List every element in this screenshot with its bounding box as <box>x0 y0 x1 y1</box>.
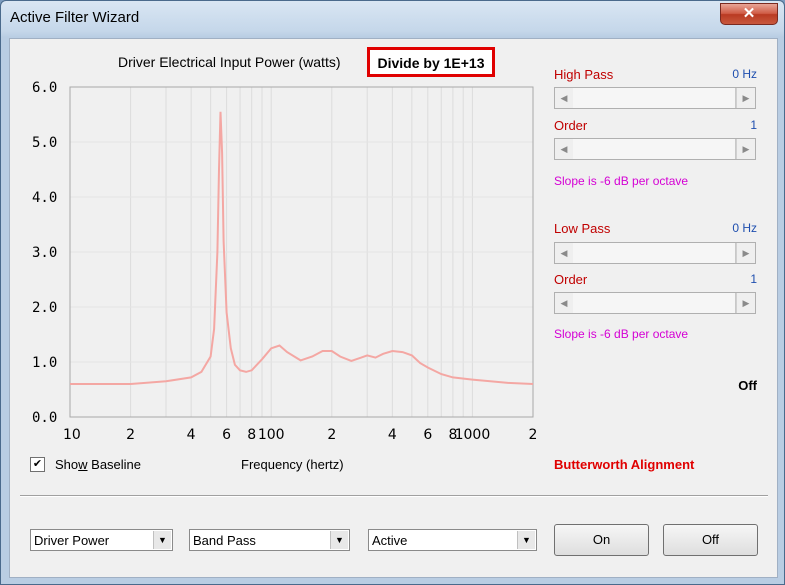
on-button[interactable]: On <box>554 524 649 556</box>
filter-type-value: Band Pass <box>193 533 256 548</box>
show-baseline-label: Show Baseline <box>55 457 141 472</box>
y-tick-label: 2.0 <box>32 300 57 316</box>
low-pass-value: 0 Hz <box>732 221 757 235</box>
high-pass-order-label: Order <box>554 118 588 133</box>
filter-type-select[interactable]: Band Pass ▼ <box>189 529 350 551</box>
chevron-down-icon[interactable]: ▼ <box>330 531 348 549</box>
close-icon: ✕ <box>742 5 756 22</box>
off-button[interactable]: Off <box>663 524 758 556</box>
y-tick-label: 3.0 <box>32 245 57 261</box>
x-tick-label: 2 <box>327 427 336 443</box>
show-baseline-mnemonic: w <box>78 457 88 472</box>
x-tick-label: 6 <box>222 427 231 443</box>
low-pass-order-thumb[interactable] <box>573 293 736 313</box>
low-pass-order-value: 1 <box>750 272 757 286</box>
y-tick-label: 1.0 <box>32 355 57 371</box>
y-tick-label: 0.0 <box>32 410 57 426</box>
y-tick-label: 6.0 <box>32 80 57 96</box>
x-tick-label: 8 <box>247 427 256 443</box>
chart-grid <box>69 86 534 418</box>
y-tick-labels: 0.0 1.0 2.0 3.0 4.0 5.0 6.0 <box>32 80 57 426</box>
frequency-axis-label: Frequency (hertz) <box>241 457 344 472</box>
low-pass-left-arrow[interactable]: ◀ <box>555 243 574 263</box>
high-pass-label: High Pass <box>554 67 614 82</box>
high-pass-order-slider[interactable]: ◀ ▶ <box>554 138 756 160</box>
filter-status: Off <box>738 378 757 393</box>
plot-type-select[interactable]: Driver Power ▼ <box>30 529 173 551</box>
chevron-down-icon[interactable]: ▼ <box>517 531 535 549</box>
x-tick-label: 6 <box>423 427 432 443</box>
dialog-client-area: Driver Electrical Input Power (watts) Di… <box>9 38 778 578</box>
high-pass-thumb[interactable] <box>573 88 736 108</box>
active-filter-wizard-window: Active Filter Wizard ✕ Driver Electrical… <box>0 0 785 585</box>
high-pass-value: 0 Hz <box>732 67 757 81</box>
low-pass-order-label: Order <box>554 272 588 287</box>
window-title: Active Filter Wizard <box>10 9 140 26</box>
filter-mode-select[interactable]: Active ▼ <box>368 529 537 551</box>
low-pass-slider[interactable]: ◀ ▶ <box>554 242 756 264</box>
x-tick-labels: 10 2 4 6 8 100 2 4 6 81000 2 <box>63 427 537 443</box>
high-pass-order-right-arrow[interactable]: ▶ <box>736 139 755 159</box>
low-pass-order-right-arrow[interactable]: ▶ <box>736 293 755 313</box>
high-pass-slope: Slope is -6 dB per octave <box>554 174 689 188</box>
low-pass-label: Low Pass <box>554 221 611 236</box>
filter-mode-value: Active <box>372 533 408 548</box>
show-baseline-label-text: Sho <box>55 457 79 472</box>
high-pass-slider[interactable]: ◀ ▶ <box>554 87 756 109</box>
high-pass-order-left-arrow[interactable]: ◀ <box>555 139 574 159</box>
show-baseline-label-rest: Baseline <box>87 457 142 472</box>
x-tick-label: 4 <box>187 427 196 443</box>
low-pass-thumb[interactable] <box>573 243 736 263</box>
high-pass-left-arrow[interactable]: ◀ <box>555 88 574 108</box>
high-pass-order-thumb[interactable] <box>573 139 736 159</box>
close-button[interactable]: ✕ <box>720 3 778 25</box>
x-tick-label: 100 <box>258 427 285 443</box>
x-tick-label: 10 <box>63 427 81 443</box>
low-pass-right-arrow[interactable]: ▶ <box>736 243 755 263</box>
y-tick-label: 5.0 <box>32 135 57 151</box>
title-bar[interactable]: Active Filter Wizard ✕ <box>1 1 784 37</box>
x-tick-label: 1000 <box>455 427 491 443</box>
x-tick-label: 2 <box>126 427 135 443</box>
high-pass-right-arrow[interactable]: ▶ <box>736 88 755 108</box>
low-pass-order-left-arrow[interactable]: ◀ <box>555 293 574 313</box>
plot-type-value: Driver Power <box>34 533 110 548</box>
chevron-down-icon[interactable]: ▼ <box>153 531 171 549</box>
y-tick-label: 4.0 <box>32 190 57 206</box>
power-chart: 0.01.02.03.04.05.06.0 10 2 4 6 8 100 2 4 6 81000 2 <box>32 80 537 443</box>
low-pass-order-slider[interactable]: ◀ ▶ <box>554 292 756 314</box>
low-pass-slope: Slope is -6 dB per octave <box>554 327 689 341</box>
alignment-label: Butterworth Alignment <box>554 457 695 472</box>
high-pass-order-value: 1 <box>750 118 757 132</box>
divider <box>20 495 768 497</box>
x-tick-label: 4 <box>388 427 397 443</box>
show-baseline-checkbox[interactable]: ✔ <box>30 457 45 472</box>
x-tick-label: 2 <box>529 427 538 443</box>
checkmark-icon: ✔ <box>32 458 43 470</box>
